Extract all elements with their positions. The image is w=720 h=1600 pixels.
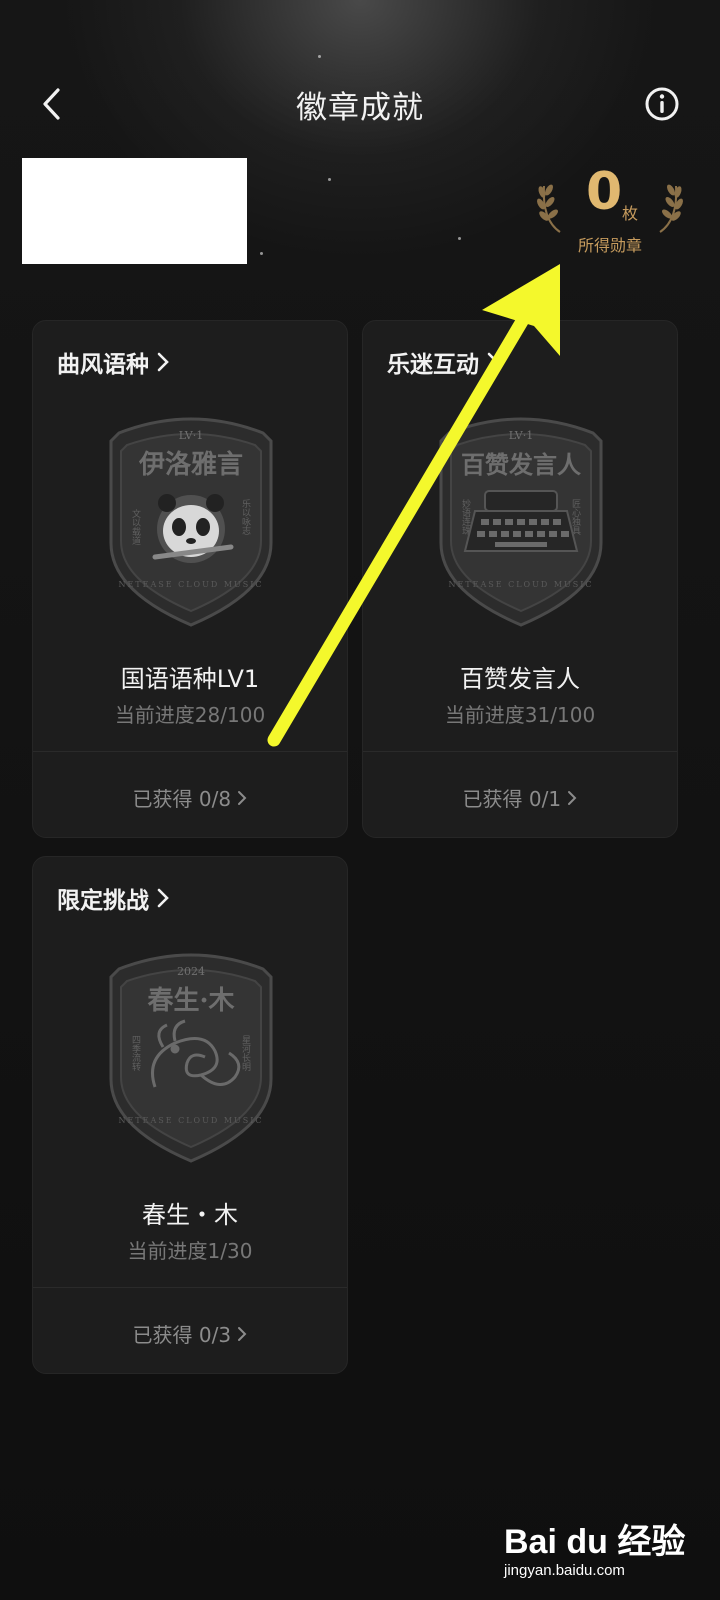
info-circle-icon — [645, 87, 679, 121]
category-card-limited[interactable]: 限定挑战 2024 春生·木 四季流转 星河长明 NETEASE CLOUD M… — [32, 856, 348, 1374]
emblem-level: LV·1 — [179, 429, 203, 442]
baidu-jingyan-watermark: Bai du 经验 jingyan.baidu.com — [494, 1510, 694, 1590]
emblem-footer: NETEASE CLOUD MUSIC — [118, 1116, 263, 1125]
badge-achievements-screen: 徽章成就 0 枚 所得勋章 曲风语种 LV·1 伊洛雅言 文以载道 乐以咏志 N… — [0, 0, 720, 1600]
emblem-name: 百赞发言人 — [461, 450, 581, 479]
divider — [363, 751, 677, 752]
badge-progress: 当前进度1/30 — [127, 1239, 253, 1263]
emblem-name: 伊洛雅言 — [138, 449, 243, 480]
watermark-logo: Bai du 经验 — [504, 1523, 686, 1561]
sparkle — [318, 55, 321, 58]
earned-count: 已获得 0/8 — [132, 787, 232, 811]
emblem-footer: NETEASE CLOUD MUSIC — [448, 580, 593, 589]
sparkle — [328, 178, 331, 181]
chevron-right-icon — [238, 791, 247, 805]
medal-count-label: 所得勋章 — [577, 236, 642, 255]
badge-progress: 当前进度31/100 — [444, 703, 596, 727]
divider — [33, 1287, 347, 1288]
category-title: 乐迷互动 — [387, 352, 479, 378]
laurel-left-icon — [537, 184, 561, 233]
emblem-right-motto: 星河长明 — [240, 1035, 251, 1072]
badge-emblem: LV·1 伊洛雅言 文以载道 乐以咏志 NETEASE CLOUD MUSIC — [109, 417, 273, 627]
badge-name: 百赞发言人 — [460, 665, 580, 693]
badge-name: 国语语种LV1 — [120, 665, 260, 693]
emblem-right-motto: 乐以咏志 — [240, 498, 251, 535]
medal-count-unit: 枚 — [622, 204, 639, 223]
medal-count[interactable]: 0 枚 所得勋章 — [536, 162, 684, 258]
info-button[interactable] — [638, 80, 686, 128]
category-card-genre[interactable]: 曲风语种 LV·1 伊洛雅言 文以载道 乐以咏志 NETEASE CLOUD M… — [32, 320, 348, 838]
chevron-right-icon — [568, 791, 577, 805]
earned-count-link[interactable]: 已获得 0/8 — [33, 783, 347, 812]
chevron-right-icon — [487, 352, 499, 372]
divider — [33, 751, 347, 752]
earned-count: 已获得 0/3 — [132, 1323, 232, 1347]
earned-count-link[interactable]: 已获得 0/3 — [33, 1319, 347, 1348]
emblem-level: LV·1 — [509, 429, 533, 442]
emblem-footer: NETEASE CLOUD MUSIC — [118, 580, 263, 589]
category-title-link[interactable]: 限定挑战 — [57, 881, 169, 915]
badge-emblem: 2024 春生·木 四季流转 星河长明 NETEASE CLOUD MUSIC — [109, 953, 273, 1163]
category-title: 限定挑战 — [57, 888, 149, 914]
emblem-left-motto: 妙语连珠 — [460, 498, 471, 536]
laurel-right-icon — [659, 184, 683, 233]
category-card-interaction[interactable]: 乐迷互动 LV·1 百赞发言人 妙语连珠 匠心独具 NETEASE CLOUD … — [362, 320, 678, 838]
chevron-right-icon — [157, 888, 169, 908]
user-info-redacted — [22, 158, 247, 264]
sparkle — [260, 252, 263, 255]
earned-count: 已获得 0/1 — [462, 787, 562, 811]
emblem-left-motto: 文以载道 — [130, 508, 141, 546]
page-title: 徽章成就 — [296, 90, 424, 126]
emblem-name: 春生·木 — [147, 986, 234, 1016]
category-title-link[interactable]: 曲风语种 — [57, 345, 169, 379]
emblem-level: 2024 — [177, 965, 205, 978]
sparkle — [458, 237, 461, 240]
medal-count-number: 0 — [586, 162, 623, 222]
badge-name: 春生・木 — [142, 1201, 238, 1229]
watermark-url: jingyan.baidu.com — [504, 1562, 625, 1579]
chevron-right-icon — [238, 1327, 247, 1341]
emblem-left-motto: 四季流转 — [130, 1035, 141, 1072]
earned-count-link[interactable]: 已获得 0/1 — [363, 783, 677, 812]
chevron-right-icon — [157, 352, 169, 372]
category-title: 曲风语种 — [57, 352, 149, 378]
category-title-link[interactable]: 乐迷互动 — [387, 345, 499, 379]
badge-emblem: LV·1 百赞发言人 妙语连珠 匠心独具 NETEASE CLOUD MUSIC — [439, 417, 603, 627]
badge-progress: 当前进度28/100 — [114, 703, 266, 727]
